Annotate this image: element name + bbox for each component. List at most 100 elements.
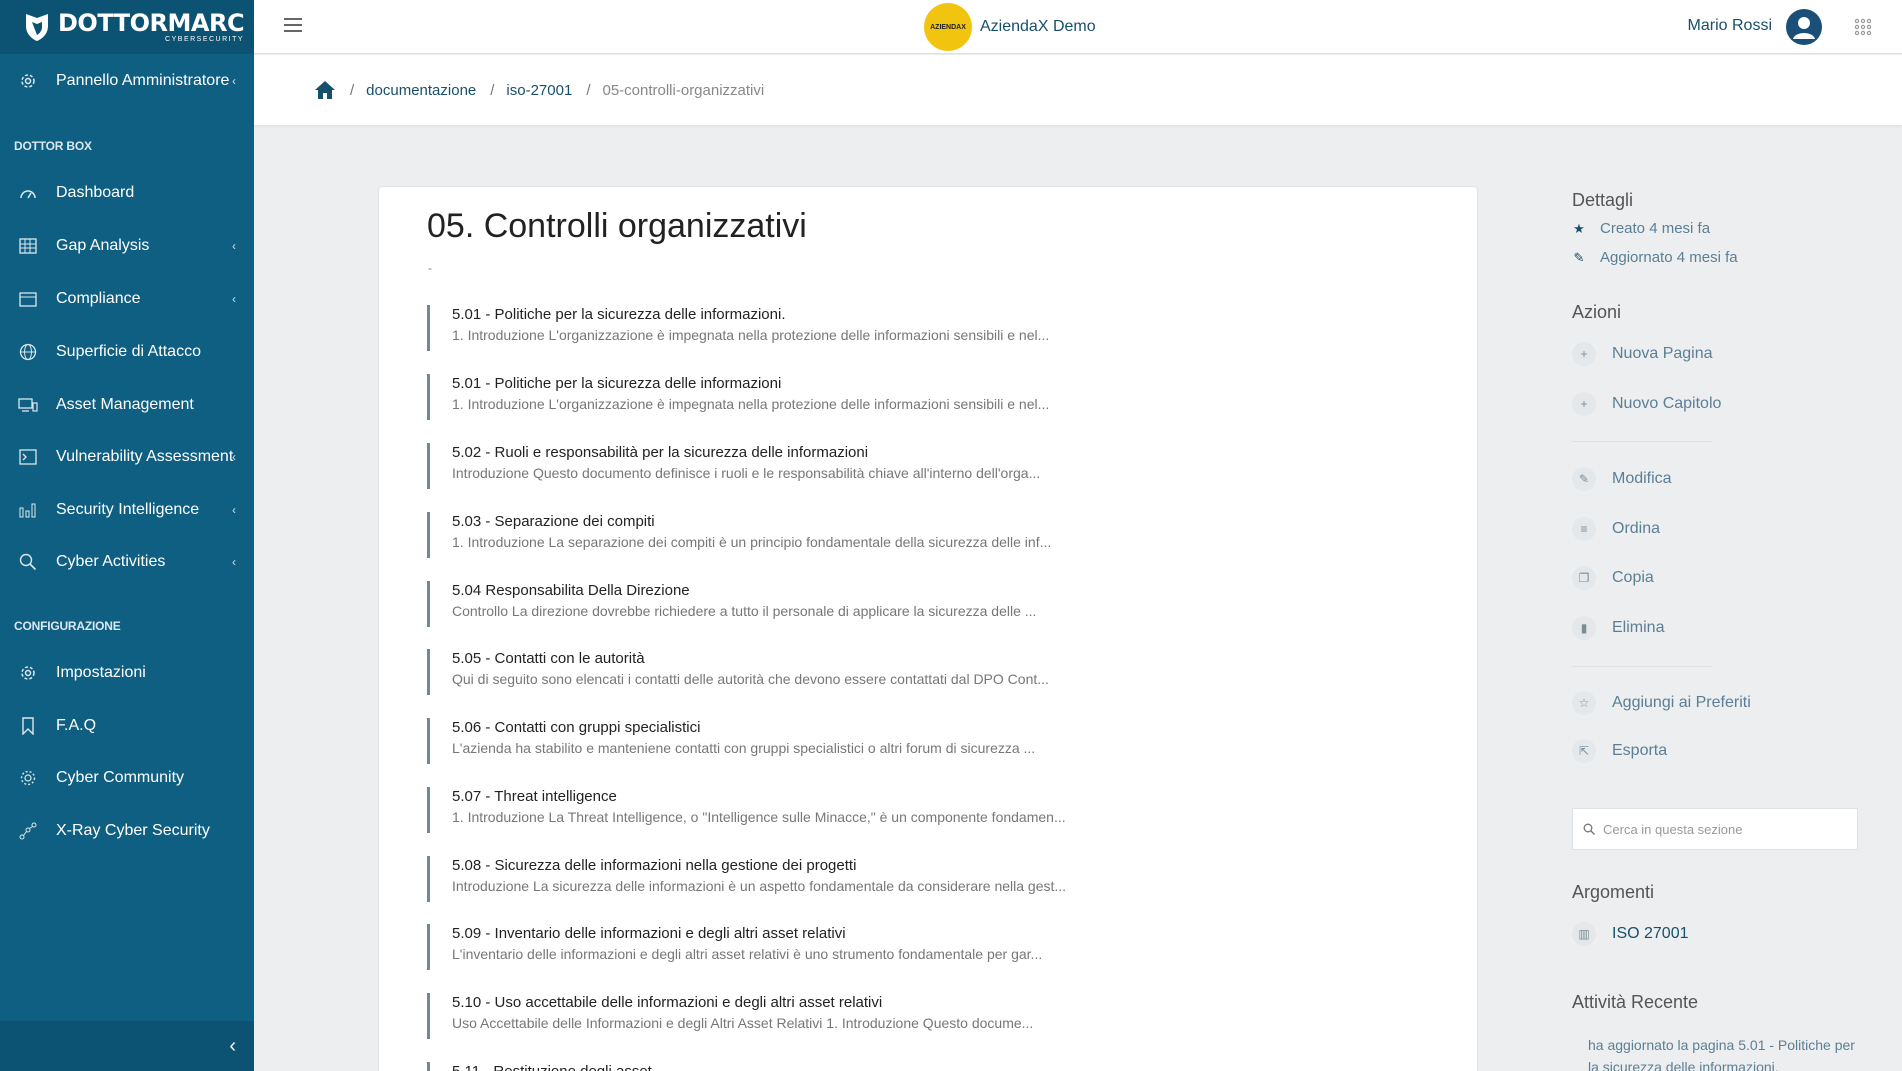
topic-tag[interactable]: ▥ ISO 27001: [1572, 922, 1689, 946]
page-title-link[interactable]: 5.01 - Politiche per la sicurezza delle …: [452, 374, 1147, 394]
sidebar-item-label: Cyber Activities: [56, 553, 166, 570]
page-title-link[interactable]: 5.03 - Separazione dei compiti: [452, 512, 1147, 532]
page-title-link[interactable]: 5.06 - Contatti con gruppi specialistici: [452, 718, 1147, 738]
collapse-sidebar-icon[interactable]: ‹: [229, 1035, 236, 1058]
copy-button[interactable]: ❐ Copia: [1572, 566, 1654, 590]
page-title-link[interactable]: 5.02 - Ruoli e responsabilità per la sic…: [452, 443, 1147, 463]
page-title-link[interactable]: 5.11 - Restituzione degli asset: [452, 1062, 1147, 1071]
breadcrumb-separator: /: [350, 81, 355, 99]
user-avatar[interactable]: [1786, 9, 1822, 45]
sidebar-item-security-intelligence[interactable]: Security Intelligence ‹: [0, 490, 254, 530]
page-title-link[interactable]: 5.08 - Sicurezza delle informazioni nell…: [452, 856, 1147, 876]
delete-button[interactable]: ▮ Elimina: [1572, 616, 1664, 640]
action-label: Nuovo Capitolo: [1612, 395, 1722, 412]
sidebar-item-admin-panel[interactable]: Pannello Amministratore ‹: [0, 61, 254, 101]
speedometer-icon: [18, 183, 38, 203]
sidebar-item-label: Cyber Community: [56, 769, 185, 786]
page-title-link[interactable]: 5.10 - Uso accettabile delle informazion…: [452, 993, 1147, 1013]
page-list-item[interactable]: 5.09 - Inventario delle informazioni e d…: [427, 924, 1147, 970]
hamburger-menu-icon[interactable]: [284, 18, 302, 32]
sidebar-item-asset-management[interactable]: Asset Management: [0, 385, 254, 425]
company-name: AziendaX Demo: [980, 18, 1096, 35]
export-button[interactable]: ⇱ Esporta: [1572, 739, 1667, 763]
search-icon: [18, 552, 38, 572]
company-logo: AZIENDAX: [924, 3, 972, 51]
sidebar-item-vulnerability-assessment[interactable]: Vulnerability Assessment ‹: [0, 437, 254, 477]
bookmark-icon: [18, 716, 38, 736]
breadcrumb-separator: /: [490, 81, 495, 99]
page-list-item[interactable]: 5.11 - Restituzione degli asset: [427, 1062, 1147, 1071]
page-list-item[interactable]: 5.07 - Threat intelligence 1. Introduzio…: [427, 787, 1147, 833]
section-search[interactable]: [1572, 808, 1858, 850]
page-title-link[interactable]: 5.04 Responsabilita Della Direzione: [452, 581, 1147, 601]
sidebar-item-gap-analysis[interactable]: Gap Analysis ‹: [0, 226, 254, 266]
page-list-item[interactable]: 5.03 - Separazione dei compiti 1. Introd…: [427, 512, 1147, 558]
page-list-item[interactable]: 5.01 - Politiche per la sicurezza delle …: [427, 305, 1147, 351]
page-excerpt: L'inventario delle informazioni e degli …: [452, 946, 1043, 962]
page-title: 05. Controlli organizzativi: [427, 207, 807, 245]
section-heading-dottor-box: DOTTOR BOX: [14, 139, 92, 153]
page-list-item[interactable]: 5.02 - Ruoli e responsabilità per la sic…: [427, 443, 1147, 489]
brand-name: DOTTORMARC: [58, 9, 245, 37]
new-chapter-button[interactable]: + Nuovo Capitolo: [1572, 392, 1721, 416]
user-name[interactable]: Mario Rossi: [1688, 17, 1772, 35]
star-outline-icon: ☆: [1572, 691, 1596, 715]
page-list-item[interactable]: 5.04 Responsabilita Della Direzione Cont…: [427, 581, 1147, 627]
divider: [1572, 441, 1712, 442]
sidebar-item-compliance[interactable]: Compliance ‹: [0, 279, 254, 319]
page-list-item[interactable]: 5.10 - Uso accettabile delle informazion…: [427, 993, 1147, 1039]
action-label: Esporta: [1612, 742, 1668, 759]
page-title-link[interactable]: 5.05 - Contatti con le autorità: [452, 649, 1147, 669]
add-favorite-button[interactable]: ☆ Aggiungi ai Preferiti: [1572, 691, 1751, 715]
recent-activity-heading: Attività Recente: [1572, 992, 1699, 1012]
brand-logo[interactable]: DOTTORMARC CYBERSECURITY: [0, 0, 254, 54]
sidebar-item-label: Impostazioni: [56, 664, 146, 681]
page-excerpt: 1. Introduzione L'organizzazione è impeg…: [452, 396, 1050, 412]
sidebar-item-dashboard[interactable]: Dashboard: [0, 173, 254, 213]
apps-grid-icon[interactable]: [1854, 18, 1872, 36]
recent-activity-item[interactable]: ha aggiornato la pagina 5.01 - Politiche…: [1588, 1034, 1858, 1071]
page-title-link[interactable]: 5.07 - Threat intelligence: [452, 787, 1147, 807]
sidebar-item-faq[interactable]: F.A.Q: [0, 706, 254, 746]
page-list-item[interactable]: 5.05 - Contatti con le autorità Qui di s…: [427, 649, 1147, 695]
home-icon[interactable]: [314, 79, 336, 101]
bar-chart-icon: [18, 500, 38, 520]
edit-button[interactable]: ✎ Modifica: [1572, 467, 1672, 491]
sidebar-item-settings[interactable]: Impostazioni: [0, 653, 254, 693]
created-info: ★ Creato 4 mesi fa: [1572, 220, 1710, 237]
sidebar-item-cyber-community[interactable]: Cyber Community: [0, 758, 254, 798]
sidebar-item-attack-surface[interactable]: Superficie di Attacco: [0, 332, 254, 372]
chevron-left-icon: ‹: [232, 239, 236, 253]
sidebar-item-label: X-Ray Cyber Security: [56, 822, 210, 839]
action-label: Aggiungi ai Preferiti: [1612, 694, 1751, 711]
sidebar-item-cyber-activities[interactable]: Cyber Activities ‹: [0, 542, 254, 582]
search-input[interactable]: [1603, 821, 1843, 837]
actions-heading: Azioni: [1572, 302, 1622, 322]
new-page-button[interactable]: + Nuova Pagina: [1572, 342, 1713, 366]
sidebar-item-xray[interactable]: X-Ray Cyber Security: [0, 811, 254, 851]
page-title-link[interactable]: 5.01 - Politiche per la sicurezza delle …: [452, 305, 1147, 325]
chevron-left-icon: ‹: [232, 555, 236, 569]
copy-icon: ❐: [1572, 566, 1596, 590]
breadcrumb-link-iso-27001[interactable]: iso-27001: [506, 82, 572, 99]
breadcrumb-link-documentazione[interactable]: documentazione: [366, 82, 476, 99]
sidebar: DOTTORMARC CYBERSECURITY Pannello Ammini…: [0, 0, 254, 1071]
page-title-link[interactable]: 5.09 - Inventario delle informazioni e d…: [452, 924, 1147, 944]
page-excerpt: Qui di seguito sono elencati i contatti …: [452, 671, 1049, 687]
page-list-item[interactable]: 5.06 - Contatti con gruppi specialistici…: [427, 718, 1147, 764]
page-list-item[interactable]: 5.08 - Sicurezza delle informazioni nell…: [427, 856, 1147, 902]
page-list-item[interactable]: 5.01 - Politiche per la sicurezza delle …: [427, 374, 1147, 420]
gear-icon: [18, 71, 38, 91]
topic-label: ISO 27001: [1612, 925, 1689, 942]
sidebar-item-label: Dashboard: [56, 184, 135, 201]
company-switcher[interactable]: AZIENDAX AziendaX Demo: [924, 3, 1096, 51]
sort-lines-icon: ≡: [1572, 517, 1596, 541]
devices-icon: [18, 395, 38, 415]
sidebar-item-label: Vulnerability Assessment: [56, 448, 234, 465]
gear-icon: [18, 663, 38, 683]
trash-icon: ▮: [1572, 616, 1596, 640]
topics-heading: Argomenti: [1572, 882, 1655, 902]
page-excerpt: 1. Introduzione L'organizzazione è impeg…: [452, 327, 1050, 343]
action-label: Modifica: [1612, 470, 1672, 487]
sort-button[interactable]: ≡ Ordina: [1572, 517, 1660, 541]
